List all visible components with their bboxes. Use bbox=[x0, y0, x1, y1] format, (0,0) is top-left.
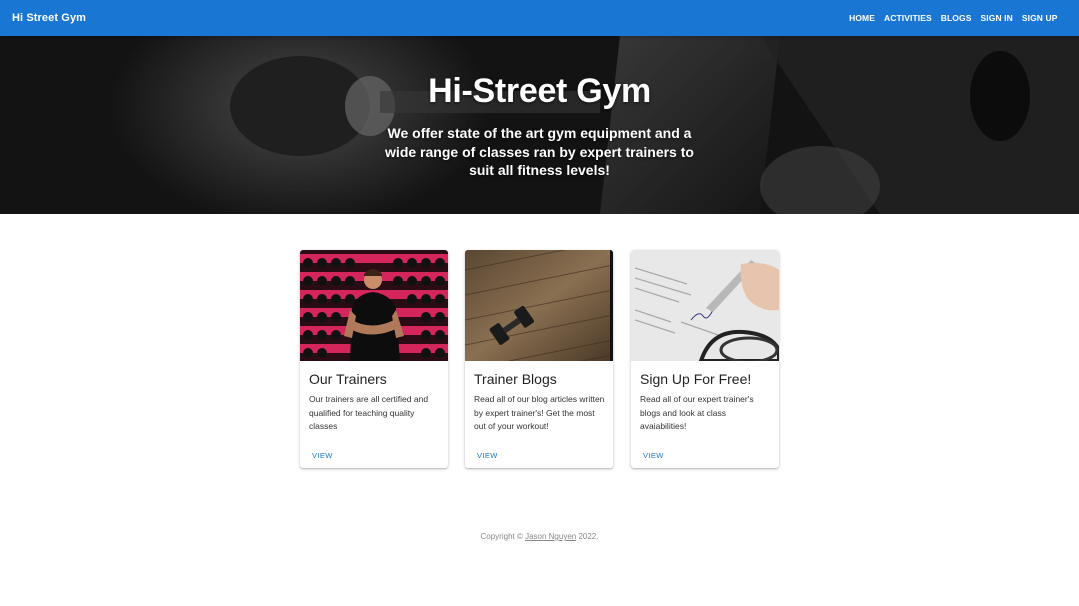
card-description: Our trainers are all certified and quali… bbox=[309, 394, 429, 432]
main-nav: HOME ACTIVITIES BLOGS SIGN IN SIGN UP bbox=[845, 9, 1062, 27]
card-our-trainers: Our Trainers Our trainers are all certif… bbox=[300, 250, 448, 468]
hero-banner: Hi-Street Gym We offer state of the art … bbox=[0, 36, 1079, 214]
card-title: Our Trainers bbox=[309, 371, 387, 387]
author-link[interactable]: Jason Nguyen bbox=[525, 532, 576, 541]
view-trainers-button[interactable]: VIEW bbox=[306, 449, 339, 462]
trainer-photo[interactable] bbox=[300, 250, 448, 361]
hero-title: Hi-Street Gym bbox=[428, 72, 651, 110]
view-blogs-button[interactable]: VIEW bbox=[471, 449, 504, 462]
card-title: Sign Up For Free! bbox=[640, 371, 752, 387]
copyright-prefix: Copyright © bbox=[480, 532, 526, 541]
nav-sign-in[interactable]: SIGN IN bbox=[976, 9, 1017, 27]
hero-content: Hi-Street Gym We offer state of the art … bbox=[0, 36, 1079, 214]
brand-logo-text[interactable]: Hi Street Gym bbox=[12, 12, 86, 24]
footer-copyright: Copyright © Jason Nguyen 2022. bbox=[0, 532, 1079, 541]
nav-blogs[interactable]: BLOGS bbox=[936, 9, 976, 27]
nav-home[interactable]: HOME bbox=[845, 9, 880, 27]
card-sign-up: Sign Up For Free! Read all of our expert… bbox=[631, 250, 779, 468]
nav-activities[interactable]: ACTIVITIES bbox=[880, 9, 937, 27]
card-trainer-blogs: Trainer Blogs Read all of our blog artic… bbox=[465, 250, 613, 468]
card-description: Read all of our expert trainer's blogs a… bbox=[640, 394, 754, 432]
copyright-year: 2022. bbox=[576, 532, 599, 541]
card-description: Read all of our blog articles written by… bbox=[474, 394, 605, 432]
card-title: Trainer Blogs bbox=[474, 371, 557, 387]
app-bar: Hi Street Gym HOME ACTIVITIES BLOGS SIGN… bbox=[0, 0, 1079, 36]
view-sign-up-button[interactable]: VIEW bbox=[637, 449, 670, 462]
signing-document-photo[interactable] bbox=[631, 250, 779, 361]
nav-sign-up[interactable]: SIGN UP bbox=[1017, 9, 1062, 27]
hero-subtitle: We offer state of the art gym equipment … bbox=[385, 125, 694, 178]
dumbbell-photo[interactable] bbox=[465, 250, 613, 361]
